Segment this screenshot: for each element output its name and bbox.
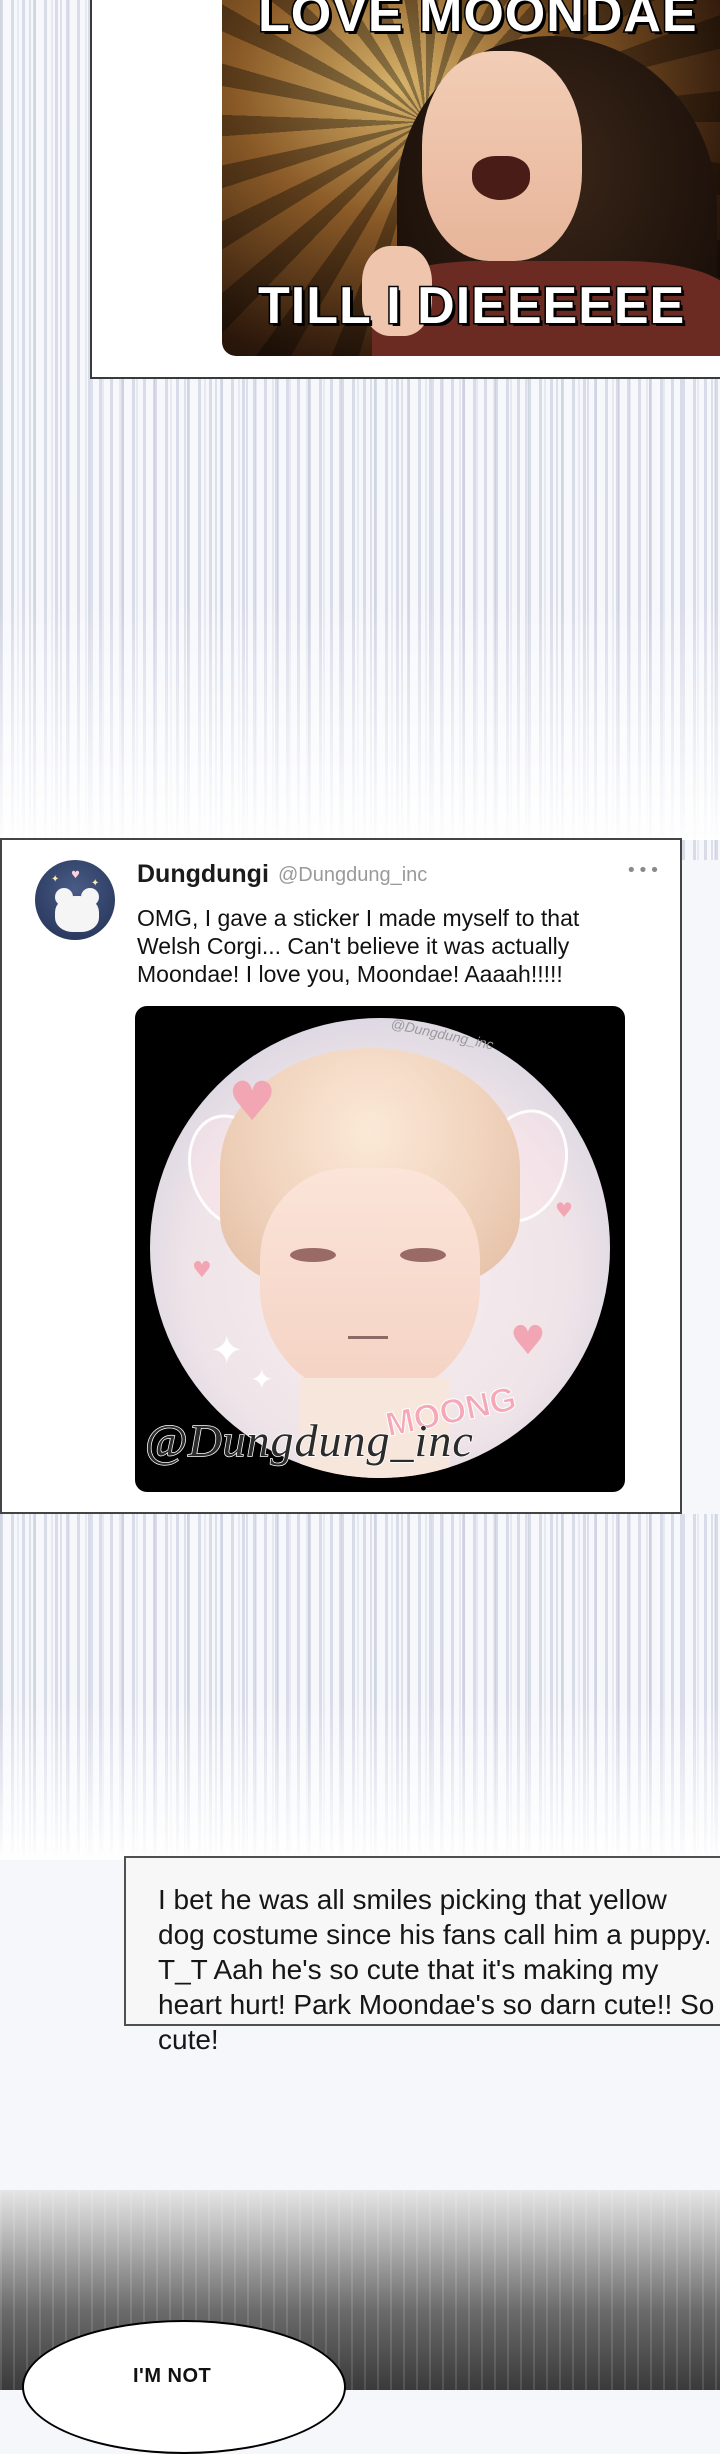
- heart-icon: ♥: [555, 1198, 573, 1222]
- sparkle-icon: ✦: [250, 1363, 274, 1396]
- sticker-eye-left: [290, 1248, 336, 1262]
- speech-bubble-text: I'M NOT: [133, 2365, 212, 2387]
- more-options-icon[interactable]: •••: [626, 860, 661, 881]
- sticker-illustration: ♥ ♥ ♥ ♥ ✦ ✦ MOONG: [150, 1018, 610, 1478]
- sparkle-icon: ✦: [210, 1328, 244, 1374]
- meme-bottom-text: TILL I DIEEEEEE: [257, 276, 686, 337]
- tweet-handle[interactable]: @Dungdung_inc: [278, 864, 427, 887]
- meme-top-text: LOVE MOONDAE: [257, 0, 699, 45]
- image-watermark: @Dungdung_inc: [144, 1414, 474, 1467]
- background-fade: [0, 600, 720, 840]
- meme-image: LOVE MOONDAE TILL I DIEEEEEE: [222, 0, 720, 356]
- heart-icon: ♥: [71, 870, 80, 881]
- caption-text: I bet he was all smiles picking that yel…: [158, 1884, 715, 2055]
- star-icon: ✦: [51, 874, 60, 885]
- heart-icon: ♥: [510, 1318, 546, 1364]
- heart-icon: ♥: [228, 1070, 277, 1133]
- background-fade: [0, 1700, 720, 1860]
- avatar-dog-icon: [55, 888, 99, 932]
- sticker-mouth: [348, 1336, 388, 1339]
- avatar[interactable]: ✦ ✦ ♥: [35, 860, 115, 940]
- star-icon: ✦: [91, 878, 100, 889]
- meme-open-mouth: [472, 156, 530, 200]
- heart-icon: ♥: [192, 1258, 212, 1283]
- sticker-eye-right: [400, 1248, 446, 1262]
- narration-caption-box: I bet he was all smiles picking that yel…: [124, 1856, 720, 2055]
- tweet-image[interactable]: ♥ ♥ ♥ ♥ ✦ ✦ MOONG @Dungdung_inc @Dungdun…: [135, 1006, 625, 1492]
- tweet-display-name[interactable]: Dungdungi: [137, 860, 269, 889]
- tweet-text: OMG, I gave a sticker I made myself to t…: [137, 905, 580, 987]
- sticker-face: [260, 1168, 480, 1398]
- tweet-card: ✦ ✦ ♥ Dungdungi @Dungdung_inc ••• OMG, I…: [0, 838, 682, 1514]
